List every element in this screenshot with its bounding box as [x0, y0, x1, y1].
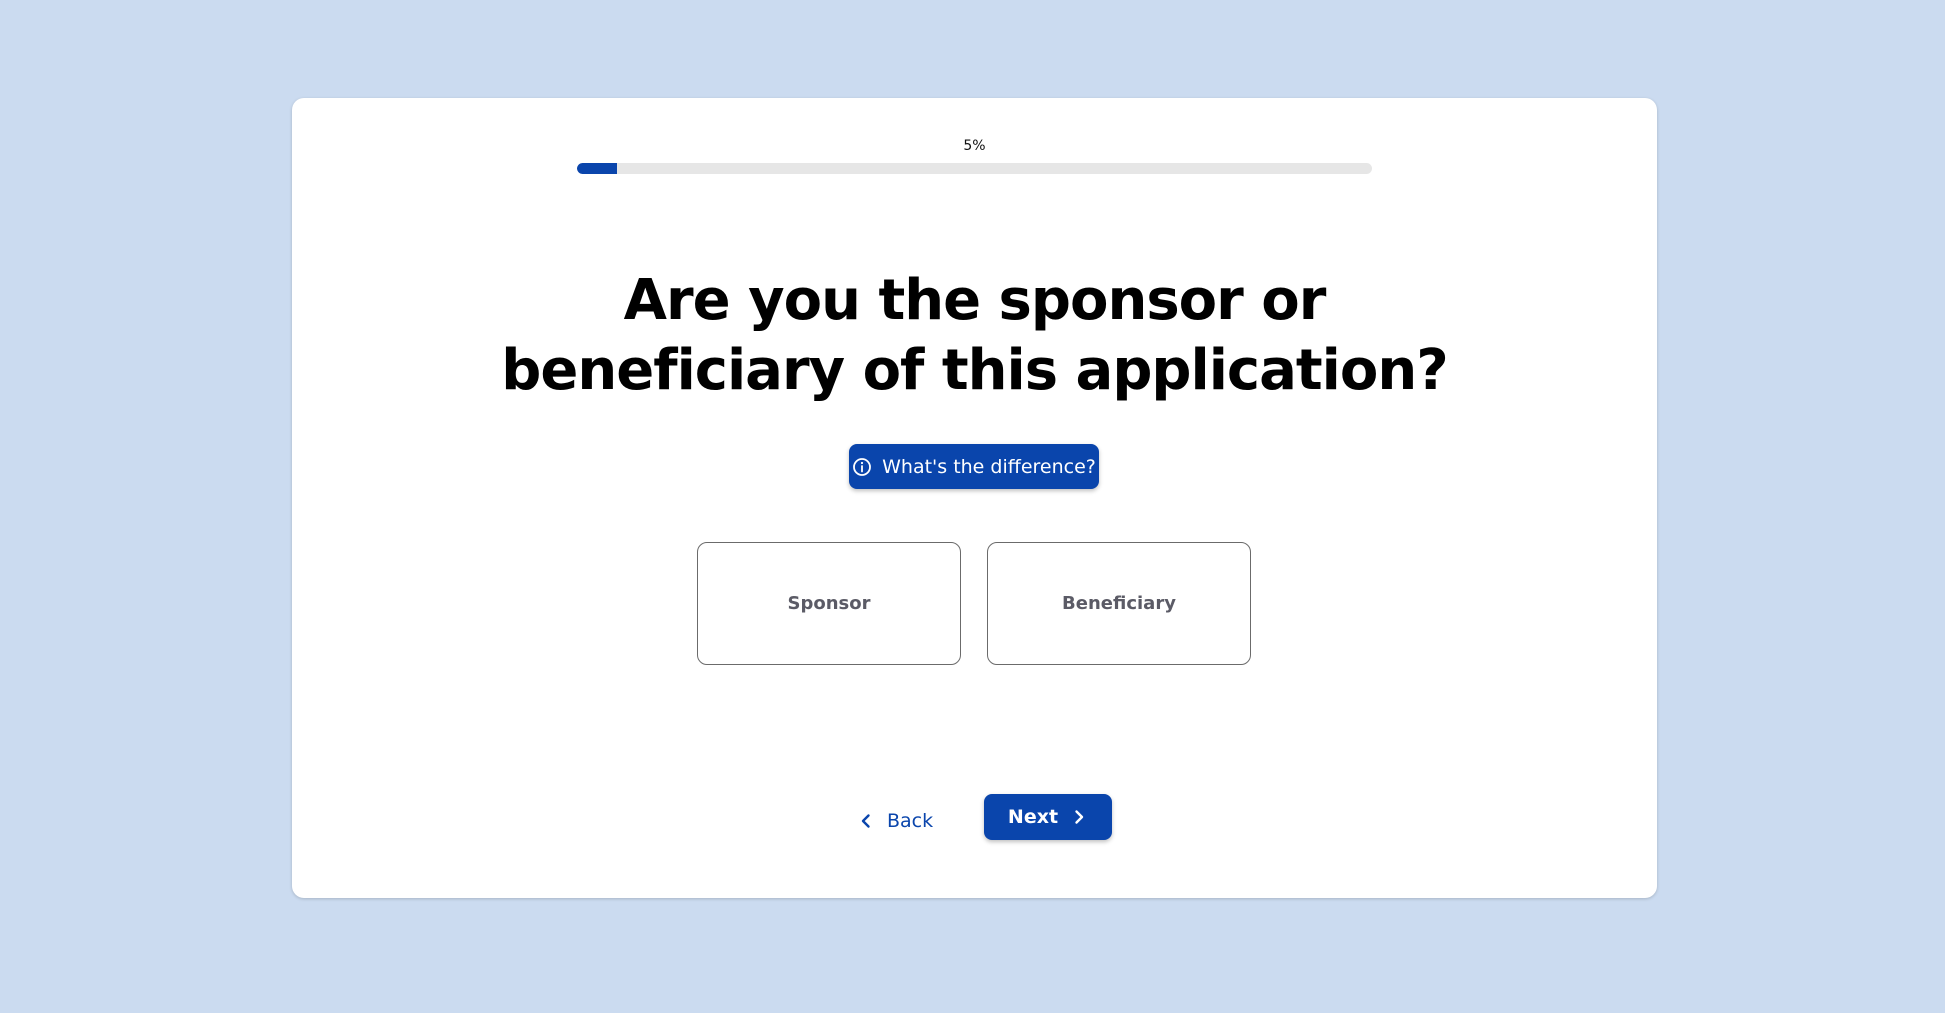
next-button[interactable]: Next [984, 794, 1112, 840]
back-button[interactable]: Back [857, 798, 933, 844]
chevron-left-icon [857, 812, 875, 830]
question-title: Are you the sponsor or beneficiary of th… [501, 268, 1448, 403]
option-beneficiary-label: Beneficiary [1062, 593, 1176, 614]
question-card: 5% Are you the sponsor or beneficiary of… [292, 98, 1657, 898]
option-sponsor[interactable]: Sponsor [697, 542, 961, 665]
whats-the-difference-label: What's the difference? [882, 455, 1096, 478]
next-label: Next [1007, 806, 1059, 828]
option-sponsor-label: Sponsor [787, 593, 871, 614]
chevron-right-icon [1070, 808, 1088, 826]
progress-bar-fill [577, 163, 617, 174]
progress-bar [577, 163, 1372, 174]
progress-percentage: 5% [963, 138, 986, 154]
info-icon [852, 457, 872, 477]
back-label: Back [887, 810, 934, 832]
whats-the-difference-button[interactable]: What's the difference? [849, 444, 1099, 489]
option-beneficiary[interactable]: Beneficiary [987, 542, 1251, 665]
